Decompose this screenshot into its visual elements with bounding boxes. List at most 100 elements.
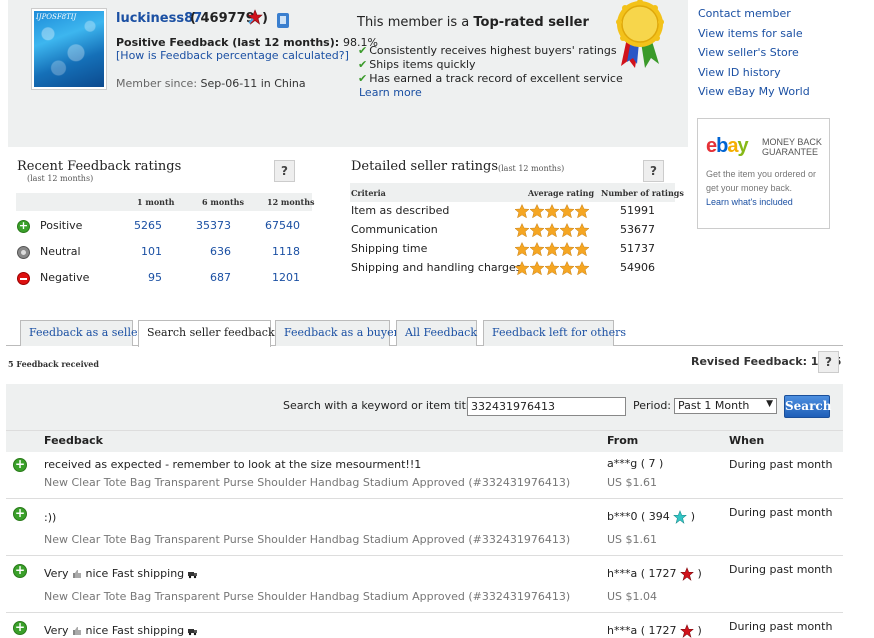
period-select[interactable]: Past 1 Month ▼	[674, 398, 777, 414]
contact-member-link[interactable]: Contact member	[698, 7, 791, 20]
feedback-price: US $1.04	[607, 590, 658, 603]
search-button[interactable]: Search	[784, 395, 831, 418]
dsr-criteria: Shipping and handling charges	[351, 261, 522, 274]
recent-ratings-help-button[interactable]: ?	[274, 160, 295, 182]
view-sellers-store-link[interactable]: View seller's Store	[698, 46, 799, 59]
dsr-title: Detailed seller ratings	[351, 159, 498, 174]
star-icon	[574, 223, 590, 238]
positive-feedback-icon	[13, 620, 27, 635]
me-page-icon[interactable]	[277, 13, 289, 28]
period-label: Period:	[633, 399, 672, 412]
top-rated-item-text: Consistently receives highest buyers' ra…	[369, 44, 617, 57]
money-back-guarantee-banner[interactable]: ebay MONEY BACK GUARANTEE Get the item yo…	[697, 118, 830, 229]
feedback-from[interactable]: h***a ( 1727 )	[607, 624, 702, 638]
turquoise-star-icon	[673, 510, 688, 524]
feedback-comment: Very nice Fast shipping	[44, 624, 198, 637]
star-icon	[544, 223, 560, 238]
feedback-from-close: )	[697, 624, 702, 637]
dsr-count: 51737	[620, 242, 655, 255]
positive-feedback-label: Positive Feedback (last 12 months):	[116, 36, 340, 49]
positive-6m[interactable]: 35373	[181, 219, 231, 232]
seller-avatar[interactable]: IJPOSF8TIJ	[34, 11, 104, 87]
view-items-for-sale-link[interactable]: View items for sale	[698, 27, 803, 40]
dsr-count: 53677	[620, 223, 655, 236]
positive-1m[interactable]: 5265	[112, 219, 162, 232]
col-6-months: 6 months	[202, 197, 244, 207]
red-star-icon	[680, 624, 694, 638]
dsr-help-button[interactable]: ?	[643, 160, 664, 182]
row-divider	[6, 498, 843, 499]
feedback-from[interactable]: b***0 ( 394 )	[607, 510, 695, 524]
neutral-label: Neutral	[40, 245, 81, 258]
star-icon	[574, 242, 590, 257]
dsr-count: 54906	[620, 261, 655, 274]
positive-12m[interactable]: 67540	[250, 219, 300, 232]
chevron-down-icon: ▼	[766, 399, 773, 409]
red-shooting-star-icon	[247, 9, 263, 25]
feedback-when: During past month	[729, 620, 833, 633]
checkmark-icon: ✔	[358, 44, 368, 57]
negative-12m[interactable]: 1201	[250, 271, 300, 284]
neutral-12m[interactable]: 1118	[250, 245, 300, 258]
neutral-1m[interactable]: 101	[112, 245, 162, 258]
red-star-icon	[680, 567, 694, 581]
star-icon	[559, 204, 575, 219]
positive-feedback-line: Positive Feedback (last 12 months): 98.1…	[116, 36, 378, 49]
top-rated-item-text: Ships items quickly	[369, 58, 476, 71]
feedback-from[interactable]: a***g ( 7 )	[607, 457, 663, 470]
dsr-stars	[515, 204, 590, 219]
neutral-6m[interactable]: 636	[181, 245, 231, 258]
feedback-comment: :))	[44, 511, 57, 524]
feedback-percentage-help-link[interactable]: [How is Feedback percentage calculated?]	[116, 49, 349, 62]
top-rated-learn-more-link[interactable]: Learn more	[359, 86, 422, 99]
feedback-from-user: b***0 ( 394	[607, 510, 670, 523]
col-1-month: 1 month	[137, 197, 175, 207]
star-icon	[559, 223, 575, 238]
star-icon	[529, 223, 545, 238]
star-icon	[559, 261, 575, 276]
star-icon	[529, 261, 545, 276]
view-ebay-my-world-link[interactable]: View eBay My World	[698, 85, 810, 98]
top-rated-title: This member is a Top-rated seller	[357, 15, 589, 30]
positive-icon	[17, 219, 30, 233]
dsr-subtitle: (last 12 months)	[498, 164, 565, 173]
feedback-score[interactable]: ( 469779	[190, 11, 255, 26]
feedback-from-user: h***a ( 1727	[607, 567, 677, 580]
revised-help-button[interactable]: ?	[818, 351, 839, 373]
feedback-item-link[interactable]: New Clear Tote Bag Transparent Purse Sho…	[44, 590, 570, 603]
tab-feedback-left-for-others[interactable]: Feedback left for others	[483, 320, 626, 346]
star-icon	[544, 261, 560, 276]
negative-6m[interactable]: 687	[181, 271, 231, 284]
feedback-item-link[interactable]: New Clear Tote Bag Transparent Purse Sho…	[44, 533, 570, 546]
dsr-col-count: Number of ratings	[601, 188, 684, 198]
feedback-when: During past month	[729, 458, 833, 471]
ebay-logo: ebay	[706, 135, 749, 157]
feedback-count: 5 Feedback received	[8, 359, 99, 369]
dsr-criteria: Shipping time	[351, 242, 428, 255]
tab-all-feedback[interactable]: All Feedback	[396, 320, 477, 346]
dsr-stars	[515, 261, 590, 276]
recent-ratings-title: Recent Feedback ratings	[17, 159, 182, 174]
feedback-item-link[interactable]: New Clear Tote Bag Transparent Purse Sho…	[44, 476, 570, 489]
tab-feedback-as-buyer[interactable]: Feedback as a buyer	[275, 320, 399, 346]
view-id-history-link[interactable]: View ID history	[698, 66, 781, 79]
search-label: Search with a keyword or item title	[283, 399, 476, 412]
negative-1m[interactable]: 95	[112, 271, 162, 284]
negative-label: Negative	[40, 271, 90, 284]
dsr-criteria: Communication	[351, 223, 438, 236]
feedback-from-user: h***a ( 1727	[607, 624, 677, 637]
mbg-learn-link[interactable]: Learn what's included	[706, 197, 793, 207]
tab-feedback-as-seller[interactable]: Feedback as a seller	[20, 320, 143, 346]
col-when: When	[729, 434, 765, 447]
top-rated-item: ✔ Consistently receives highest buyers' r…	[358, 44, 617, 57]
tab-search-seller-feedback[interactable]: Search seller feedback	[138, 320, 275, 347]
col-feedback: Feedback	[44, 434, 103, 447]
seller-avatar-frame[interactable]: IJPOSF8TIJ	[31, 8, 107, 90]
star-icon	[515, 242, 530, 257]
search-input[interactable]	[467, 397, 626, 416]
member-since-value: Sep-06-11 in China	[200, 77, 306, 90]
feedback-from-close: )	[690, 510, 696, 523]
feedback-from[interactable]: h***a ( 1727 )	[607, 567, 702, 581]
col-from: From	[607, 434, 639, 447]
feedback-when: During past month	[729, 563, 833, 576]
